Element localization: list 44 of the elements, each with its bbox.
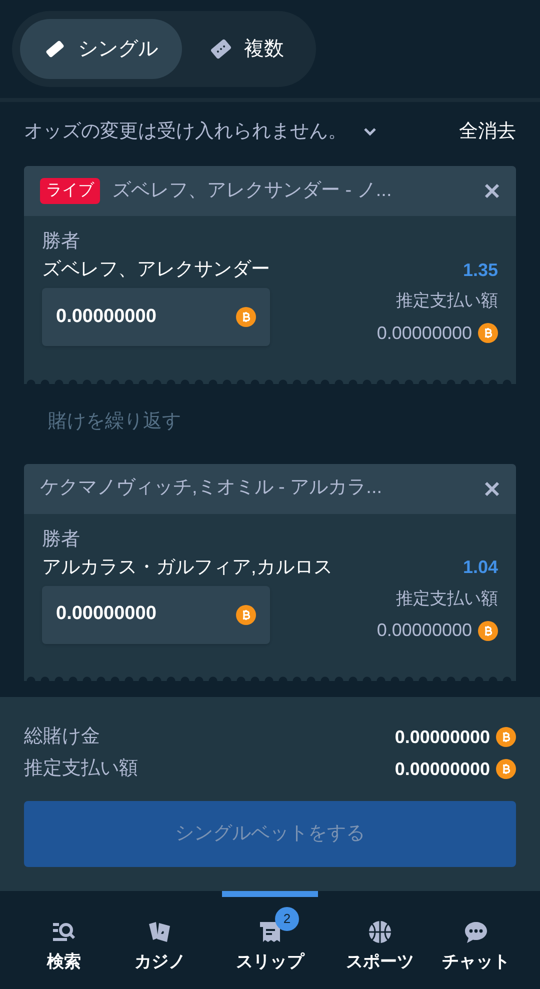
stake-field[interactable]: 0.00000000 xyxy=(42,586,270,644)
market-label: 勝者 xyxy=(42,528,81,552)
nav-tab[interactable]: 2 スリップ xyxy=(222,891,318,989)
stake-field[interactable]: 0.00000000 xyxy=(42,288,270,346)
odds-value: 1.04 xyxy=(462,556,498,579)
payout-label: 推定支払い額 xyxy=(396,588,498,610)
event-title: ズベレフ、アレクサンダー - ノ... xyxy=(112,178,393,203)
bitcoin-icon xyxy=(236,307,256,327)
bitcoin-icon xyxy=(478,323,498,343)
basketball-icon xyxy=(367,919,393,945)
close-button[interactable] xyxy=(484,480,500,496)
nav-tab[interactable]: スポーツ xyxy=(332,891,428,989)
selection-name: アルカラス・ガルフィア,カルロス xyxy=(42,556,332,580)
receipt-icon xyxy=(257,919,283,945)
chat-icon xyxy=(463,919,489,945)
cards-icon xyxy=(147,919,173,945)
odds-setting-dropdown[interactable]: オッズの変更は受け入れられません。 xyxy=(24,118,377,146)
odds-value: 1.35 xyxy=(462,258,498,282)
nav-tab[interactable]: チャット xyxy=(428,891,524,989)
payout-value: 0.00000000 xyxy=(376,619,472,642)
payout-value: 0.00000000 xyxy=(376,322,472,344)
mode-tab[interactable]: 複数 xyxy=(186,19,308,79)
selection-name: ズベレフ、アレクサンダー xyxy=(42,258,270,282)
bitcoin-icon xyxy=(236,604,256,624)
clear-all-button[interactable]: 全消去 xyxy=(459,118,516,146)
summary-value: 0.00000000 xyxy=(394,758,490,780)
nav-tab[interactable]: カジノ xyxy=(112,891,208,989)
payout-label: 推定支払い額 xyxy=(396,290,498,312)
close-button[interactable] xyxy=(484,183,500,199)
market-label: 勝者 xyxy=(42,230,81,254)
live-badge: ライブ xyxy=(40,178,100,204)
nav-tab[interactable]: 検索 xyxy=(16,891,112,989)
bitcoin-icon xyxy=(496,759,516,779)
bitcoin-icon xyxy=(496,727,516,747)
close-icon xyxy=(484,183,500,199)
chevron-down-icon xyxy=(363,127,377,137)
count-badge: 2 xyxy=(275,907,299,931)
event-title: ケクマノヴィッチ,ミオミル - アルカラ... xyxy=(40,476,383,500)
bitcoin-icon xyxy=(478,620,498,640)
summary-label: 総賭け金 xyxy=(24,724,100,749)
mode-tab[interactable]: シングル xyxy=(20,19,182,79)
close-icon xyxy=(484,480,500,496)
summary-label: 推定支払い額 xyxy=(24,756,138,781)
summary-value: 0.00000000 xyxy=(394,726,490,748)
